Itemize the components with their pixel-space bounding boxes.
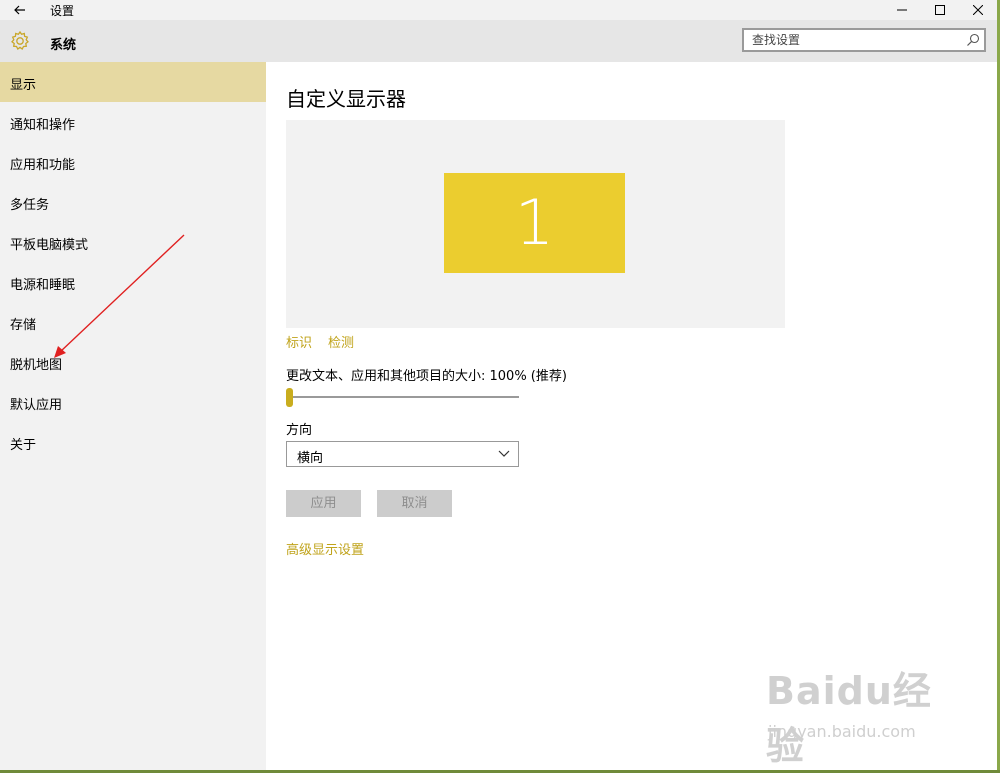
sidebar-item-about[interactable]: 关于: [0, 422, 266, 462]
close-button[interactable]: [961, 0, 995, 20]
maximize-icon: [935, 5, 945, 15]
maximize-button[interactable]: [923, 0, 957, 20]
minimize-button[interactable]: [885, 0, 919, 20]
identify-link[interactable]: 标识: [286, 332, 312, 351]
search-icon[interactable]: [966, 33, 980, 47]
detect-link[interactable]: 检测: [328, 332, 354, 351]
orientation-label: 方向: [286, 423, 313, 438]
cancel-button[interactable]: 取消: [377, 490, 452, 517]
close-icon: [973, 5, 983, 15]
search-box[interactable]: [742, 28, 986, 52]
annotation-arrow: [54, 234, 185, 358]
scale-slider-track[interactable]: [288, 396, 519, 398]
watermark-logo: Baidu经验: [766, 669, 932, 768]
baidu-watermark: Baidu经验 jingyan.baidu.com: [766, 660, 956, 768]
scale-slider-thumb[interactable]: [286, 388, 293, 407]
sidebar-item-label: 关于: [10, 438, 37, 453]
orientation-value: 横向: [297, 451, 324, 466]
scale-label: 更改文本、应用和其他项目的大小: 100% (推荐): [286, 369, 567, 384]
advanced-display-settings-link[interactable]: 高级显示设置: [286, 539, 364, 558]
search-input[interactable]: [752, 32, 952, 48]
chevron-down-icon: [498, 450, 510, 457]
monitor-tile[interactable]: 1: [444, 173, 625, 273]
minimize-icon: [897, 9, 907, 11]
watermark-url: jingyan.baidu.com: [768, 722, 916, 741]
display-preview: 1: [286, 120, 785, 328]
apply-button[interactable]: 应用: [286, 490, 361, 517]
orientation-select[interactable]: 横向: [286, 441, 519, 467]
page-title: 自定义显示器: [286, 87, 406, 111]
